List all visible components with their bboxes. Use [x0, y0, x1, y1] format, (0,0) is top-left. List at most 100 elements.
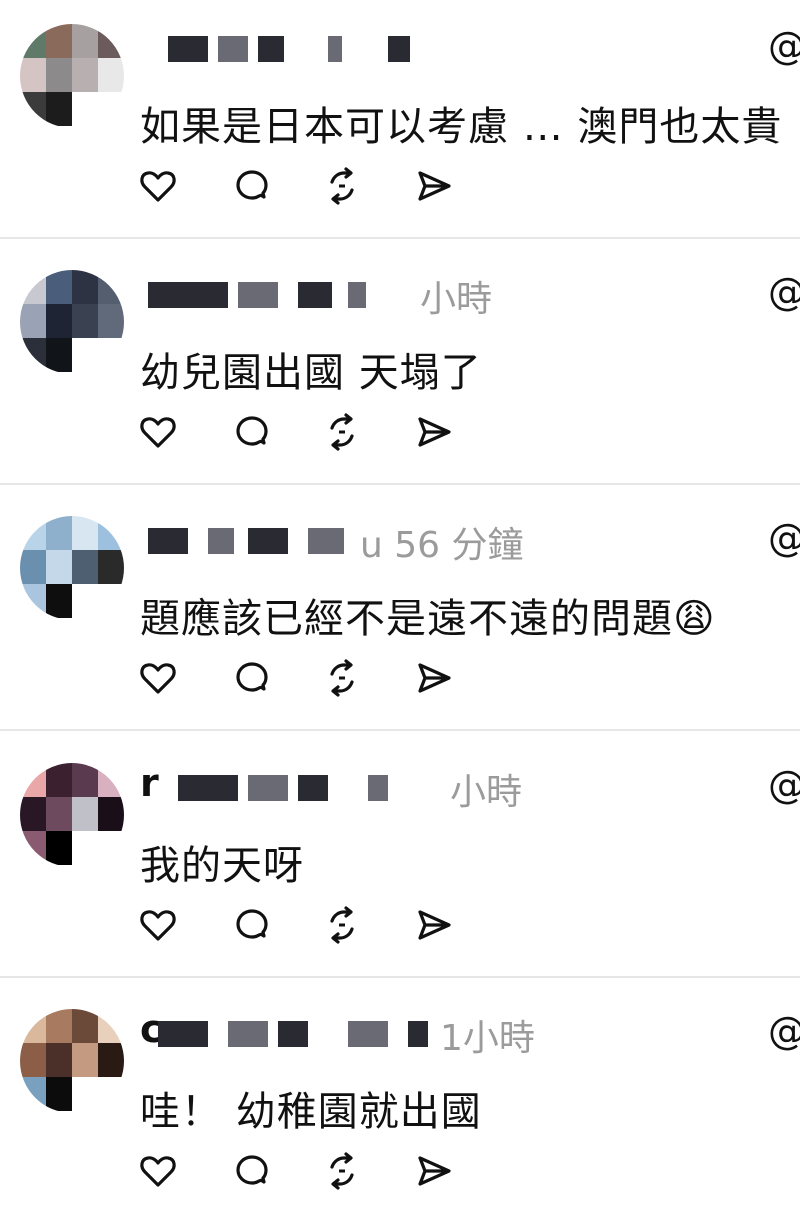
comment-item: 小時 @ 幼兒園出國 天塌了	[0, 240, 800, 486]
comment-item: @ 如果是日本可以考慮 … 澳門也太貴	[0, 0, 800, 240]
avatar-pixel	[72, 1009, 98, 1043]
more-options-button[interactable]: @	[768, 270, 800, 314]
repost-icon[interactable]	[320, 903, 364, 947]
redaction-block	[348, 282, 366, 308]
avatar-pixel	[72, 1043, 98, 1077]
comment-text: 幼兒園出國 天塌了	[140, 350, 482, 396]
more-options-button[interactable]: @	[768, 24, 800, 68]
avatar-pixel	[20, 304, 46, 338]
avatar-pixel	[46, 1009, 72, 1043]
avatar-pixel	[46, 1043, 72, 1077]
comment-icon[interactable]	[230, 164, 274, 208]
repost-icon[interactable]	[320, 1149, 364, 1193]
redaction-block	[228, 1021, 268, 1047]
avatar-pixel	[98, 304, 124, 338]
action-bar	[136, 903, 456, 947]
share-icon[interactable]	[412, 903, 456, 947]
avatar-pixel	[20, 831, 46, 865]
comment-icon[interactable]	[230, 903, 274, 947]
comment-item: r小時@我的天呀	[0, 733, 800, 979]
comment-icon[interactable]	[230, 1149, 274, 1193]
username-redacted[interactable]	[148, 771, 448, 805]
redaction-block	[278, 1021, 308, 1047]
redaction-block	[298, 775, 328, 801]
divider	[0, 237, 800, 239]
avatar-pixel	[20, 92, 46, 126]
heart-icon[interactable]	[136, 1149, 180, 1193]
redaction-block	[408, 1021, 428, 1047]
avatar-pixel	[72, 516, 98, 550]
avatar-pixel	[98, 58, 124, 92]
timestamp: 1小時	[440, 1018, 535, 1059]
avatar-pixel	[72, 550, 98, 584]
avatar-pixel	[46, 92, 72, 126]
avatar-pixel	[20, 1043, 46, 1077]
redaction-block	[168, 36, 208, 62]
share-icon[interactable]	[412, 1149, 456, 1193]
avatar-pixel	[20, 24, 46, 58]
comment-text: 如果是日本可以考慮 … 澳門也太貴	[140, 104, 783, 150]
avatar-pixel	[46, 24, 72, 58]
avatar[interactable]	[20, 516, 124, 620]
avatar-pixel	[98, 1009, 124, 1043]
redaction-block	[308, 528, 344, 554]
avatar-pixel	[98, 24, 124, 58]
repost-icon[interactable]	[320, 410, 364, 454]
avatar-pixel	[98, 270, 124, 304]
avatar[interactable]	[20, 24, 124, 128]
avatar-pixel	[20, 584, 46, 618]
redaction-block	[238, 282, 278, 308]
repost-icon[interactable]	[320, 656, 364, 700]
heart-icon[interactable]	[136, 164, 180, 208]
avatar-pixel	[20, 58, 46, 92]
avatar-pixel	[46, 831, 72, 865]
more-options-button[interactable]: @	[768, 516, 800, 560]
heart-icon[interactable]	[136, 656, 180, 700]
avatar[interactable]	[20, 763, 124, 867]
avatar-pixel	[20, 550, 46, 584]
avatar-pixel	[46, 516, 72, 550]
redaction-block	[258, 36, 284, 62]
avatar-pixel	[72, 763, 98, 797]
avatar-pixel	[20, 338, 46, 372]
avatar-pixel	[98, 1043, 124, 1077]
redaction-block	[218, 36, 248, 62]
redaction-block	[388, 36, 410, 62]
avatar-pixel	[20, 516, 46, 550]
avatar-pixel	[46, 797, 72, 831]
avatar-pixel	[46, 1077, 72, 1111]
avatar-pixel	[72, 304, 98, 338]
share-icon[interactable]	[412, 164, 456, 208]
action-bar	[136, 656, 456, 700]
comment-item: c1小時@哇！ 幼稚園就出國	[0, 979, 800, 1225]
redaction-block	[298, 282, 332, 308]
avatar-pixel	[98, 550, 124, 584]
redaction-block	[208, 528, 234, 554]
comment-text: 我的天呀	[140, 843, 304, 889]
username-redacted[interactable]	[148, 1017, 448, 1051]
avatar[interactable]	[20, 270, 124, 374]
redaction-block	[178, 775, 238, 801]
divider	[0, 483, 800, 485]
avatar-pixel	[46, 270, 72, 304]
more-options-button[interactable]: @	[768, 1009, 800, 1053]
heart-icon[interactable]	[136, 903, 180, 947]
avatar-pixel	[20, 270, 46, 304]
timestamp: 小時	[450, 772, 523, 813]
comment-icon[interactable]	[230, 656, 274, 700]
share-icon[interactable]	[412, 656, 456, 700]
avatar-pixel	[20, 1077, 46, 1111]
avatar[interactable]	[20, 1009, 124, 1113]
timestamp: 小時	[420, 279, 493, 320]
more-options-button[interactable]: @	[768, 763, 800, 807]
comment-icon[interactable]	[230, 410, 274, 454]
share-icon[interactable]	[412, 410, 456, 454]
redaction-block	[148, 282, 228, 308]
heart-icon[interactable]	[136, 410, 180, 454]
username-redacted[interactable]	[148, 32, 448, 66]
repost-icon[interactable]	[320, 164, 364, 208]
avatar-pixel	[20, 763, 46, 797]
avatar-pixel	[46, 763, 72, 797]
username-redacted[interactable]	[148, 278, 448, 312]
avatar-pixel	[72, 270, 98, 304]
